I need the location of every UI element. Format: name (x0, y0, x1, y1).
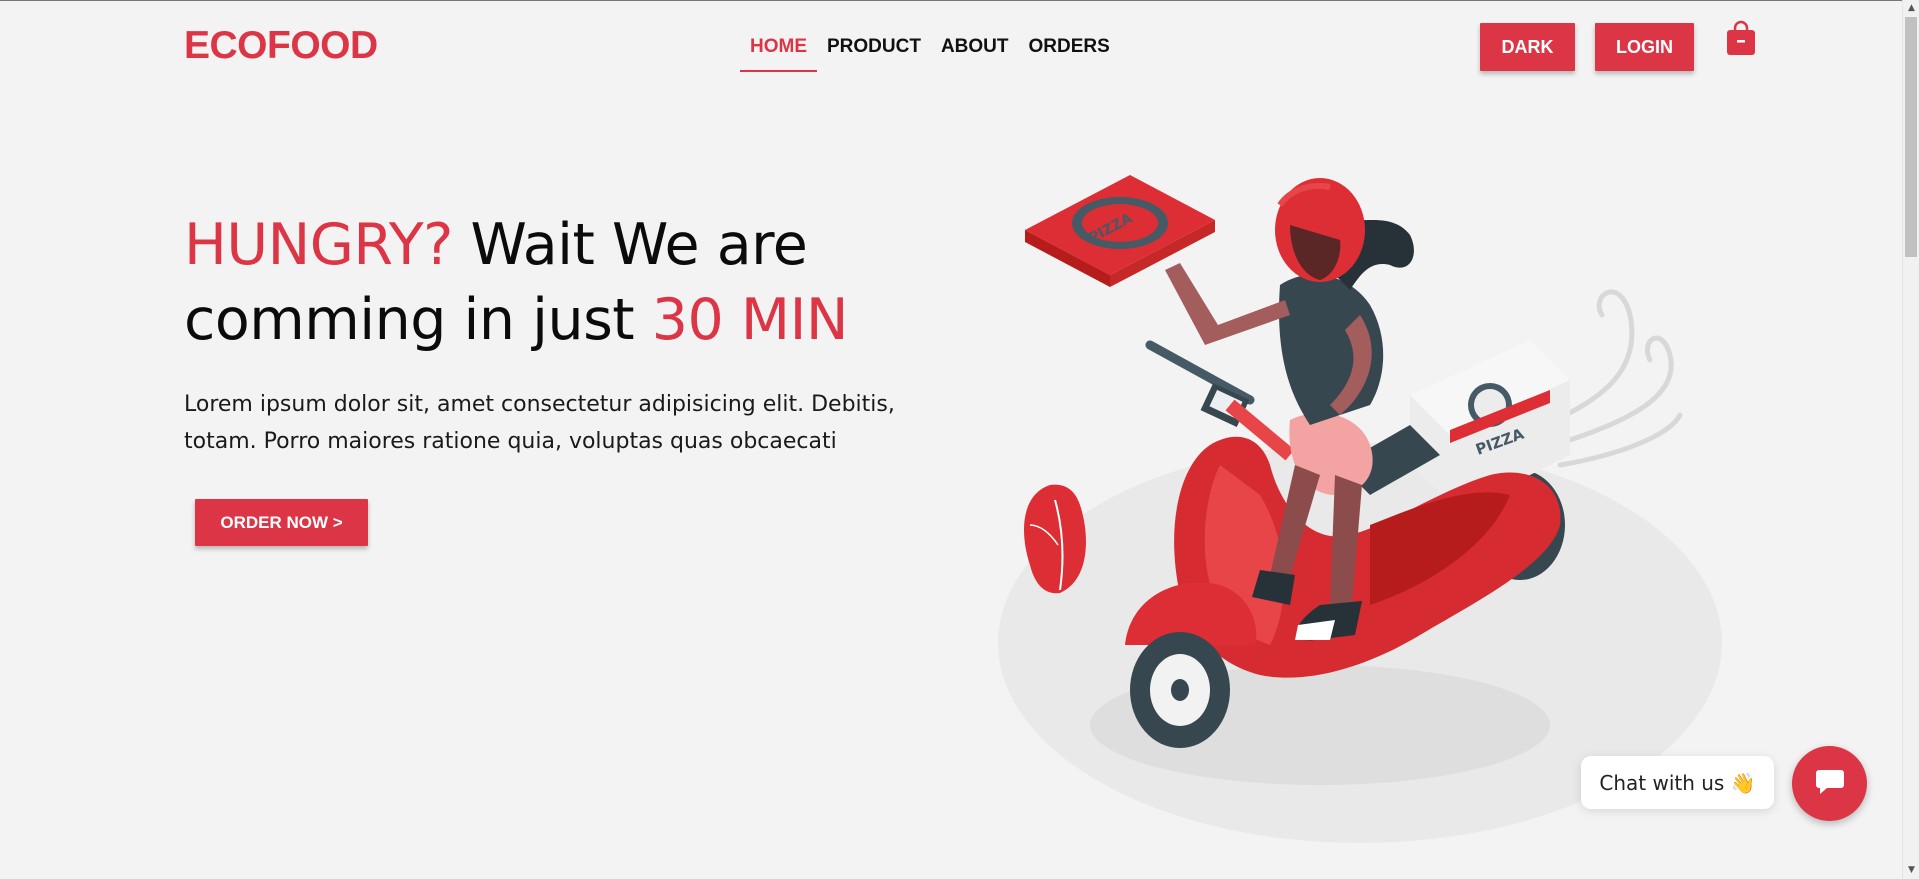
dark-mode-button[interactable]: DARK (1480, 23, 1575, 71)
window-top-border (0, 0, 1903, 1)
delivery-scooter-illustration: PIZZA PIZZA (990, 165, 1730, 855)
shopping-bag-icon[interactable] (1726, 20, 1756, 56)
chat-button[interactable] (1792, 746, 1867, 821)
main-nav: HOME PRODUCT ABOUT ORDERS (740, 32, 1120, 72)
hero-heading: HUNGRY? Wait We are comming in just 30 M… (184, 208, 849, 358)
order-now-button[interactable]: ORDER NOW > (195, 499, 368, 546)
hero-heading-coming: comming in just (184, 287, 652, 353)
chat-bubble[interactable]: Chat with us 👋 (1581, 756, 1774, 809)
hero-heading-time: 30 MIN (651, 287, 849, 353)
hero-heading-wait: Wait We are (452, 212, 808, 278)
nav-item-about[interactable]: ABOUT (931, 32, 1019, 72)
scroll-down-icon[interactable]: ▼ (1903, 862, 1919, 879)
page-scrollbar[interactable]: ▲ ▼ (1902, 0, 1919, 879)
nav-item-home[interactable]: HOME (740, 32, 817, 72)
login-button[interactable]: LOGIN (1595, 23, 1694, 71)
chat-icon (1815, 768, 1845, 800)
nav-item-product[interactable]: PRODUCT (817, 32, 931, 72)
scroll-thumb[interactable] (1905, 17, 1917, 257)
scroll-up-icon[interactable]: ▲ (1903, 0, 1919, 17)
brand-logo[interactable]: ECOFOOD (184, 24, 378, 68)
hero-heading-hungry: HUNGRY? (184, 212, 453, 278)
nav-item-orders[interactable]: ORDERS (1019, 32, 1120, 72)
hero-description: Lorem ipsum dolor sit, amet consectetur … (184, 392, 895, 454)
